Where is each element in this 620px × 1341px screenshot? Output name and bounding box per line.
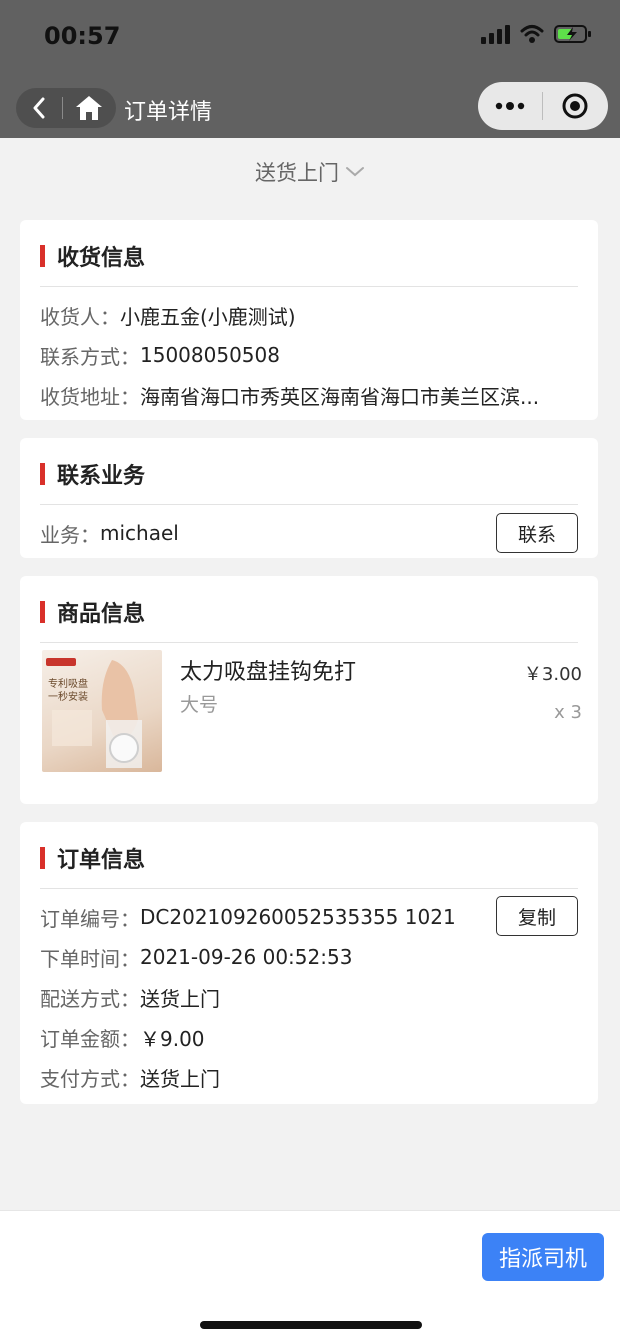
sales-contact-title: 联系业务 xyxy=(40,460,146,489)
payment-method-row: 支付方式： 送货上门 xyxy=(40,1062,220,1092)
sales-label: 业务： xyxy=(40,522,100,547)
divider xyxy=(40,504,578,505)
receiver-row: 收货人： 小鹿五金(小鹿测试) xyxy=(40,300,296,330)
divider xyxy=(40,286,578,287)
order-info-card: 订单信息 订单编号： DC202109260052535355 1021 复制 … xyxy=(20,822,598,1104)
sales-contact-title-text: 联系业务 xyxy=(57,464,146,489)
hand-suction-hook-illustration xyxy=(52,660,142,768)
contact-sales-button[interactable]: 联系 xyxy=(496,513,578,553)
receiver-label: 收货人： xyxy=(40,304,120,329)
address-label: 收货地址： xyxy=(40,384,140,409)
mini-program-capsule xyxy=(478,82,608,130)
home-indicator[interactable] xyxy=(200,1321,422,1329)
order-amount-label: 订单金额： xyxy=(40,1026,140,1051)
contact-label: 联系方式： xyxy=(40,344,140,369)
section-accent-bar xyxy=(40,463,45,485)
target-close-icon xyxy=(562,93,588,119)
product-image[interactable]: 专利吸盘 一秒安装 xyxy=(42,650,162,772)
order-info-title-text: 订单信息 xyxy=(57,848,146,873)
wifi-icon xyxy=(520,25,544,43)
bottom-action-bar: 指派司机 xyxy=(0,1210,620,1341)
contact-value[interactable]: 15008050508 xyxy=(140,343,280,367)
product-price: ￥3.00 xyxy=(523,664,582,685)
home-button[interactable] xyxy=(63,88,115,128)
delivery-method-label: 配送方式： xyxy=(40,986,140,1011)
chevron-down-icon xyxy=(346,167,364,177)
delivery-method-row: 配送方式： 送货上门 xyxy=(40,982,220,1012)
copy-order-number-button[interactable]: 复制 xyxy=(496,896,578,936)
divider xyxy=(40,642,578,643)
delivery-method-dropdown[interactable]: 送货上门 xyxy=(0,150,620,194)
status-bar: 00:57 xyxy=(0,0,620,78)
product-info-card: 商品信息 专利吸盘 一秒安装 太力吸盘挂钩免打 大号 ￥3.00 x 3 xyxy=(20,576,598,804)
status-time: 00:57 xyxy=(44,22,121,50)
order-time-value: 2021-09-26 00:52:53 xyxy=(140,945,353,969)
nav-button-group xyxy=(16,88,116,128)
chevron-left-icon xyxy=(33,97,45,119)
section-accent-bar xyxy=(40,245,45,267)
assign-driver-button[interactable]: 指派司机 xyxy=(482,1233,604,1281)
order-time-label: 下单时间： xyxy=(40,946,140,971)
more-dots-icon xyxy=(495,102,525,110)
section-accent-bar xyxy=(40,847,45,869)
order-info-title: 订单信息 xyxy=(40,844,146,873)
sales-value: michael xyxy=(100,521,179,545)
sales-contact-card: 联系业务 业务： michael 联系 xyxy=(20,438,598,558)
product-name[interactable]: 太力吸盘挂钩免打 xyxy=(180,654,356,686)
address-value: 海南省海口市秀英区海南省海口市美兰区滨... xyxy=(140,384,540,409)
product-quantity: x 3 xyxy=(554,702,582,723)
page-title: 订单详情 xyxy=(124,100,213,125)
product-spec: 大号 xyxy=(180,694,219,716)
section-accent-bar xyxy=(40,601,45,623)
order-number-row: 订单编号： DC202109260052535355 1021 xyxy=(40,902,456,932)
divider xyxy=(40,888,578,889)
receiver-value: 小鹿五金(小鹿测试) xyxy=(120,304,296,329)
contact-row: 联系方式： 15008050508 xyxy=(40,340,280,370)
receiver-info-card: 收货信息 收货人： 小鹿五金(小鹿测试) 联系方式： 15008050508 收… xyxy=(20,220,598,420)
product-info-title: 商品信息 xyxy=(40,598,146,627)
more-button[interactable] xyxy=(478,82,542,130)
product-info-title-text: 商品信息 xyxy=(57,602,146,627)
sales-row: 业务： michael xyxy=(40,518,179,548)
status-icons xyxy=(481,24,592,44)
payment-method-label: 支付方式： xyxy=(40,1066,140,1091)
back-button[interactable] xyxy=(16,88,62,128)
delivery-method-label: 送货上门 xyxy=(255,161,339,185)
order-number-value: DC202109260052535355 1021 xyxy=(140,905,456,929)
home-icon xyxy=(76,96,102,120)
nav-bar: 订单详情 xyxy=(0,78,620,138)
receiver-info-title-text: 收货信息 xyxy=(57,246,146,271)
order-time-row: 下单时间： 2021-09-26 00:52:53 xyxy=(40,942,352,972)
battery-charging-icon xyxy=(554,25,591,43)
address-row: 收货地址： 海南省海口市秀英区海南省海口市美兰区滨... xyxy=(40,380,539,410)
order-number-label: 订单编号： xyxy=(40,906,140,931)
order-amount-row: 订单金额： ￥9.00 xyxy=(40,1022,205,1052)
order-amount-value: ￥9.00 xyxy=(140,1026,205,1051)
payment-method-value: 送货上门 xyxy=(140,1066,220,1091)
delivery-method-value: 送货上门 xyxy=(140,986,220,1011)
close-mini-program-button[interactable] xyxy=(543,82,607,130)
receiver-info-title: 收货信息 xyxy=(40,242,146,271)
signal-icon xyxy=(481,24,510,44)
